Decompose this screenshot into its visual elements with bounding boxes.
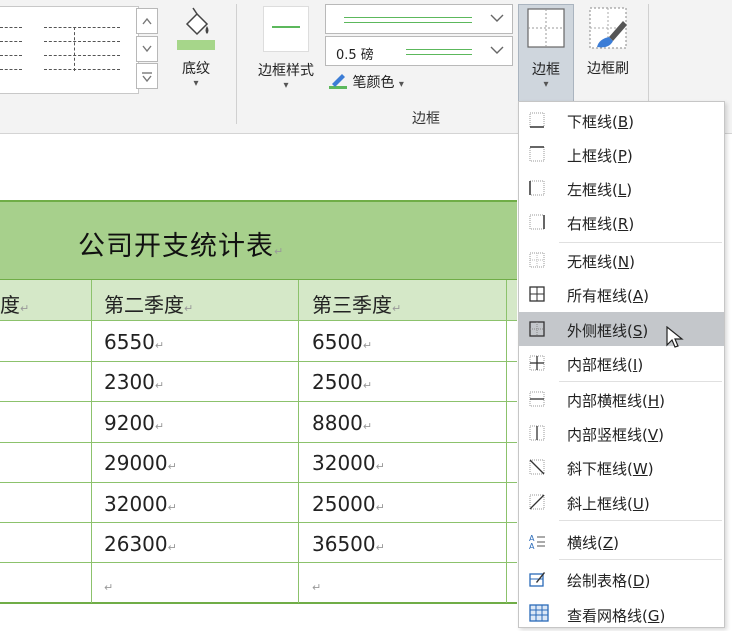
table-header-row	[0, 280, 517, 321]
chevron-down-icon	[490, 46, 504, 54]
table-header-cell[interactable]: 度↵	[0, 289, 29, 318]
border-style-button[interactable]: 边框样式 ▾	[249, 6, 323, 98]
right-border-icon	[529, 214, 545, 230]
border-painter-button[interactable]: 边框刷	[580, 4, 636, 102]
shading-button[interactable]: 底纹 ▾	[170, 6, 222, 98]
border-painter-label: 边框刷	[587, 61, 629, 77]
horizontal-line-icon: AA	[529, 534, 545, 549]
menu-item-all-borders[interactable]: 所有框线(A)	[519, 277, 724, 311]
table-cell[interactable]: ↵	[312, 572, 321, 596]
table-header-cell[interactable]: 第三季度↵	[312, 289, 401, 318]
chevron-down-icon	[142, 45, 152, 53]
table-cell[interactable]: 25000↵	[312, 492, 385, 516]
menu-item-draw-table[interactable]: 绘制表格(D)	[519, 562, 724, 596]
gallery-scroll-up[interactable]	[136, 8, 158, 34]
top-border-icon	[529, 146, 545, 162]
table-cell[interactable]: 6550↵	[104, 330, 164, 354]
dropdown-caret-icon: ▾	[193, 78, 199, 89]
borders-grid-icon	[527, 8, 565, 48]
paragraph-mark-icon: ↵	[274, 245, 285, 258]
menu-item-right-border[interactable]: 右框线(R)	[519, 205, 724, 239]
gallery-more[interactable]	[136, 63, 158, 89]
table-cell[interactable]: 26300↵	[104, 532, 177, 556]
table-gridline	[0, 482, 517, 483]
borders-dropdown-menu: 下框线(B) 上框线(P) 左框线(L) 右框线(R) 无框线(N) 所有框线(…	[518, 101, 725, 628]
dropdown-caret-icon: ▾	[543, 79, 549, 90]
table-bottom-border	[0, 602, 517, 604]
table-gridline	[298, 280, 299, 603]
table-cell[interactable]: 32000↵	[312, 451, 385, 475]
table-gridline	[0, 522, 517, 523]
table-gridline	[0, 562, 517, 563]
table-gridline	[506, 280, 507, 603]
border-style-label: 边框样式	[258, 63, 314, 79]
all-borders-icon	[529, 286, 545, 302]
menu-item-diagonal-up-border[interactable]: 斜上框线(U)	[519, 485, 724, 519]
dropdown-caret-icon: ▾	[283, 80, 289, 91]
view-gridlines-icon	[529, 604, 549, 622]
pencil-icon	[329, 74, 347, 89]
menu-item-inside-horizontal-border[interactable]: 内部横框线(H)	[519, 382, 724, 416]
menu-item-bottom-border[interactable]: 下框线(B)	[519, 103, 724, 137]
diagonal-up-border-icon	[529, 494, 545, 510]
pen-color-label: 笔颜色	[352, 75, 395, 91]
shading-label: 底纹	[182, 61, 210, 77]
svg-text:A: A	[529, 542, 535, 549]
menu-item-inside-borders[interactable]: 内部框线(I)	[519, 346, 724, 380]
border-painter-icon	[589, 7, 627, 49]
menu-separator	[559, 520, 722, 521]
table-cell[interactable]: 2300↵	[104, 370, 164, 394]
table-cell[interactable]: 32000↵	[104, 492, 177, 516]
gallery-style-2[interactable]	[44, 21, 120, 79]
table-cell[interactable]: 36500↵	[312, 532, 385, 556]
gallery-expand-icon	[142, 72, 152, 82]
menu-item-diagonal-down-border[interactable]: 斜下框线(W)	[519, 450, 724, 484]
paint-bucket-icon	[177, 7, 215, 50]
dropdown-caret-icon: ▾	[398, 79, 404, 90]
line-style-combo[interactable]	[325, 4, 513, 34]
gallery-scroll-down[interactable]	[136, 36, 158, 62]
menu-item-no-border[interactable]: 无框线(N)	[519, 243, 724, 277]
outside-borders-icon	[529, 321, 545, 337]
table-cell[interactable]: 6500↵	[312, 330, 372, 354]
table-cell[interactable]: 8800↵	[312, 411, 372, 435]
menu-item-inside-vertical-border[interactable]: 内部竖框线(V)	[519, 416, 724, 450]
border-style-preview-icon	[263, 6, 309, 52]
menu-item-horizontal-line[interactable]: AA 横线(Z)	[519, 524, 724, 558]
table-gridline	[0, 320, 517, 321]
draw-table-icon	[529, 572, 545, 587]
bottom-border-icon	[529, 112, 545, 128]
line-weight-combo[interactable]: 0.5 磅	[325, 36, 513, 66]
borders-button-label: 边框	[532, 62, 560, 78]
menu-item-left-border[interactable]: 左框线(L)	[519, 171, 724, 205]
table-title[interactable]: 公司开支统计表↵	[78, 224, 284, 263]
diagonal-down-border-icon	[529, 459, 545, 475]
borders-button[interactable]: 边框 ▾	[518, 4, 574, 102]
table-gridline	[91, 280, 92, 603]
menu-separator	[559, 559, 722, 560]
pen-color-button[interactable]: 笔颜色 ▾	[328, 72, 404, 92]
inside-vertical-border-icon	[529, 425, 545, 441]
line-weight-value: 0.5 磅	[336, 48, 374, 63]
inside-borders-icon	[529, 355, 545, 371]
chevron-down-icon	[490, 14, 504, 22]
left-border-icon	[529, 180, 545, 196]
table-cell[interactable]: ↵	[104, 572, 113, 596]
gallery-style-1[interactable]	[0, 21, 22, 79]
table-header-cell[interactable]: 第二季度↵	[104, 289, 193, 318]
chevron-up-icon	[142, 17, 152, 25]
table-cell[interactable]: 29000↵	[104, 451, 177, 475]
table-gridline	[0, 401, 517, 402]
table-gridline	[0, 442, 517, 443]
inside-horizontal-border-icon	[529, 391, 545, 407]
no-border-icon	[529, 252, 545, 268]
table-cell[interactable]: 2500↵	[312, 370, 372, 394]
menu-item-top-border[interactable]: 上框线(P)	[519, 137, 724, 171]
table-cell[interactable]: 9200↵	[104, 411, 164, 435]
border-group-label: 边框	[412, 111, 440, 127]
menu-item-outside-borders[interactable]: 外侧框线(S)	[519, 312, 724, 348]
group-separator	[236, 4, 237, 124]
table-style-gallery[interactable]	[0, 6, 139, 94]
table-gridline	[0, 361, 517, 362]
